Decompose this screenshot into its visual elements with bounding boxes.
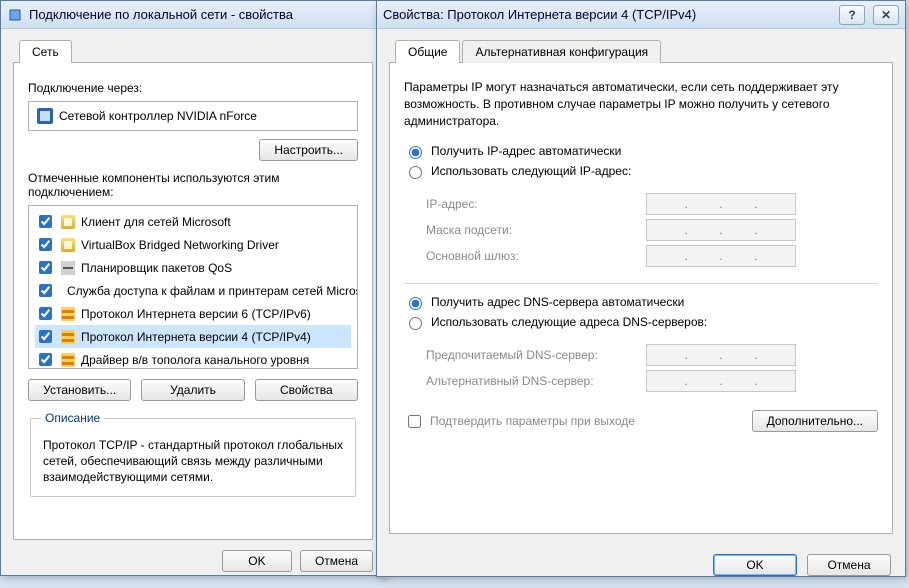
component-label: Протокол Интернета версии 6 (TCP/IPv6) (81, 307, 311, 321)
component-label: VirtualBox Bridged Networking Driver (81, 238, 279, 252)
radio-ip-auto[interactable] (409, 146, 422, 159)
component-label: Клиент для сетей Microsoft (81, 215, 231, 229)
scheduler-icon (61, 261, 75, 275)
nic-icon (37, 108, 53, 124)
label-subnet-mask: Маска подсети: (426, 223, 646, 237)
input-dns-alt: ... (646, 370, 796, 392)
protocol-icon (61, 330, 75, 344)
uninstall-button[interactable]: Удалить (141, 379, 244, 401)
cancel-button[interactable]: Отмена (807, 554, 891, 576)
list-item[interactable]: Протокол Интернета версии 6 (TCP/IPv6) (35, 302, 351, 325)
input-subnet-mask: ... (646, 219, 796, 241)
label-ip-auto: Получить IP-адрес автоматически (431, 144, 621, 158)
info-text: Параметры IP могут назначаться автоматич… (404, 79, 878, 129)
service-icon (61, 238, 75, 252)
component-checkbox[interactable] (39, 284, 52, 297)
properties-button[interactable]: Свойства (255, 379, 358, 401)
adapter-name: Сетевой контроллер NVIDIA nForce (59, 109, 257, 123)
component-checkbox[interactable] (39, 261, 52, 274)
label-components: Отмеченные компоненты используются этим … (28, 171, 358, 199)
label-connect-via: Подключение через: (28, 81, 358, 95)
cancel-button[interactable]: Отмена (300, 550, 373, 572)
component-checkbox[interactable] (39, 307, 52, 320)
label-dns-auto: Получить адрес DNS-сервера автоматически (431, 295, 684, 309)
list-item[interactable]: Планировщик пакетов QoS (35, 256, 351, 279)
radio-dns-manual[interactable] (409, 317, 422, 330)
component-checkbox[interactable] (39, 353, 52, 366)
component-label: Протокол Интернета версии 4 (TCP/IPv4) (81, 330, 311, 344)
tab-network[interactable]: Сеть (19, 40, 72, 63)
label-ip-manual: Использовать следующий IP-адрес: (431, 164, 631, 178)
list-item[interactable]: Протокол Интернета версии 4 (TCP/IPv4) (35, 325, 351, 348)
component-label: Драйвер в/в тополога канального уровня (81, 353, 309, 367)
radio-ip-manual[interactable] (409, 166, 422, 179)
component-checkbox[interactable] (39, 215, 52, 228)
titlebar-left: Подключение по локальной сети - свойства (1, 1, 385, 29)
window-title: Свойства: Протокол Интернета версии 4 (T… (383, 7, 835, 22)
components-list[interactable]: Клиент для сетей Microsoft VirtualBox Br… (28, 205, 358, 369)
close-button[interactable]: ✕ (873, 5, 899, 25)
list-item[interactable]: Служба доступа к файлам и принтерам сете… (35, 279, 351, 302)
input-ip-address: ... (646, 193, 796, 215)
list-item[interactable]: Клиент для сетей Microsoft (35, 210, 351, 233)
component-label: Служба доступа к файлам и принтерам сете… (67, 284, 358, 298)
help-button[interactable]: ? (839, 5, 865, 25)
checkbox-confirm-on-exit[interactable] (408, 415, 421, 428)
component-label: Планировщик пакетов QoS (81, 261, 232, 275)
driver-icon (61, 353, 75, 367)
list-item[interactable]: VirtualBox Bridged Networking Driver (35, 233, 351, 256)
advanced-button[interactable]: Дополнительно... (752, 410, 878, 432)
divider (404, 283, 878, 284)
component-checkbox[interactable] (39, 330, 52, 343)
adapter-box: Сетевой контроллер NVIDIA nForce (28, 101, 358, 131)
label-confirm-on-exit: Подтвердить параметры при выходе (430, 414, 635, 428)
label-dns-manual: Использовать следующие адреса DNS-сервер… (431, 315, 707, 329)
titlebar-right: Свойства: Протокол Интернета версии 4 (T… (377, 1, 905, 29)
label-dns-alt: Альтернативный DNS-сервер: (426, 374, 646, 388)
tab-alternate-config[interactable]: Альтернативная конфигурация (462, 40, 661, 63)
component-checkbox[interactable] (39, 238, 52, 251)
list-item[interactable]: Драйвер в/в тополога канального уровня (35, 348, 351, 369)
ok-button[interactable]: OK (222, 550, 292, 572)
label-ip-address: IP-адрес: (426, 197, 646, 211)
tab-general[interactable]: Общие (395, 40, 460, 63)
protocol-icon (61, 307, 75, 321)
label-dns-preferred: Предпочитаемый DNS-сервер: (426, 348, 646, 362)
window-title: Подключение по локальной сети - свойства (29, 7, 379, 22)
description-text: Протокол TCP/IP - стандартный протокол г… (41, 433, 345, 486)
description-group-label: Описание (41, 411, 104, 425)
install-button[interactable]: Установить... (28, 379, 131, 401)
radio-dns-auto[interactable] (409, 297, 422, 310)
label-gateway: Основной шлюз: (426, 249, 646, 263)
ok-button[interactable]: OK (713, 554, 797, 576)
input-gateway: ... (646, 245, 796, 267)
configure-button[interactable]: Настроить... (259, 139, 358, 161)
network-adapter-icon (7, 7, 23, 23)
input-dns-preferred: ... (646, 344, 796, 366)
client-icon (61, 215, 75, 229)
